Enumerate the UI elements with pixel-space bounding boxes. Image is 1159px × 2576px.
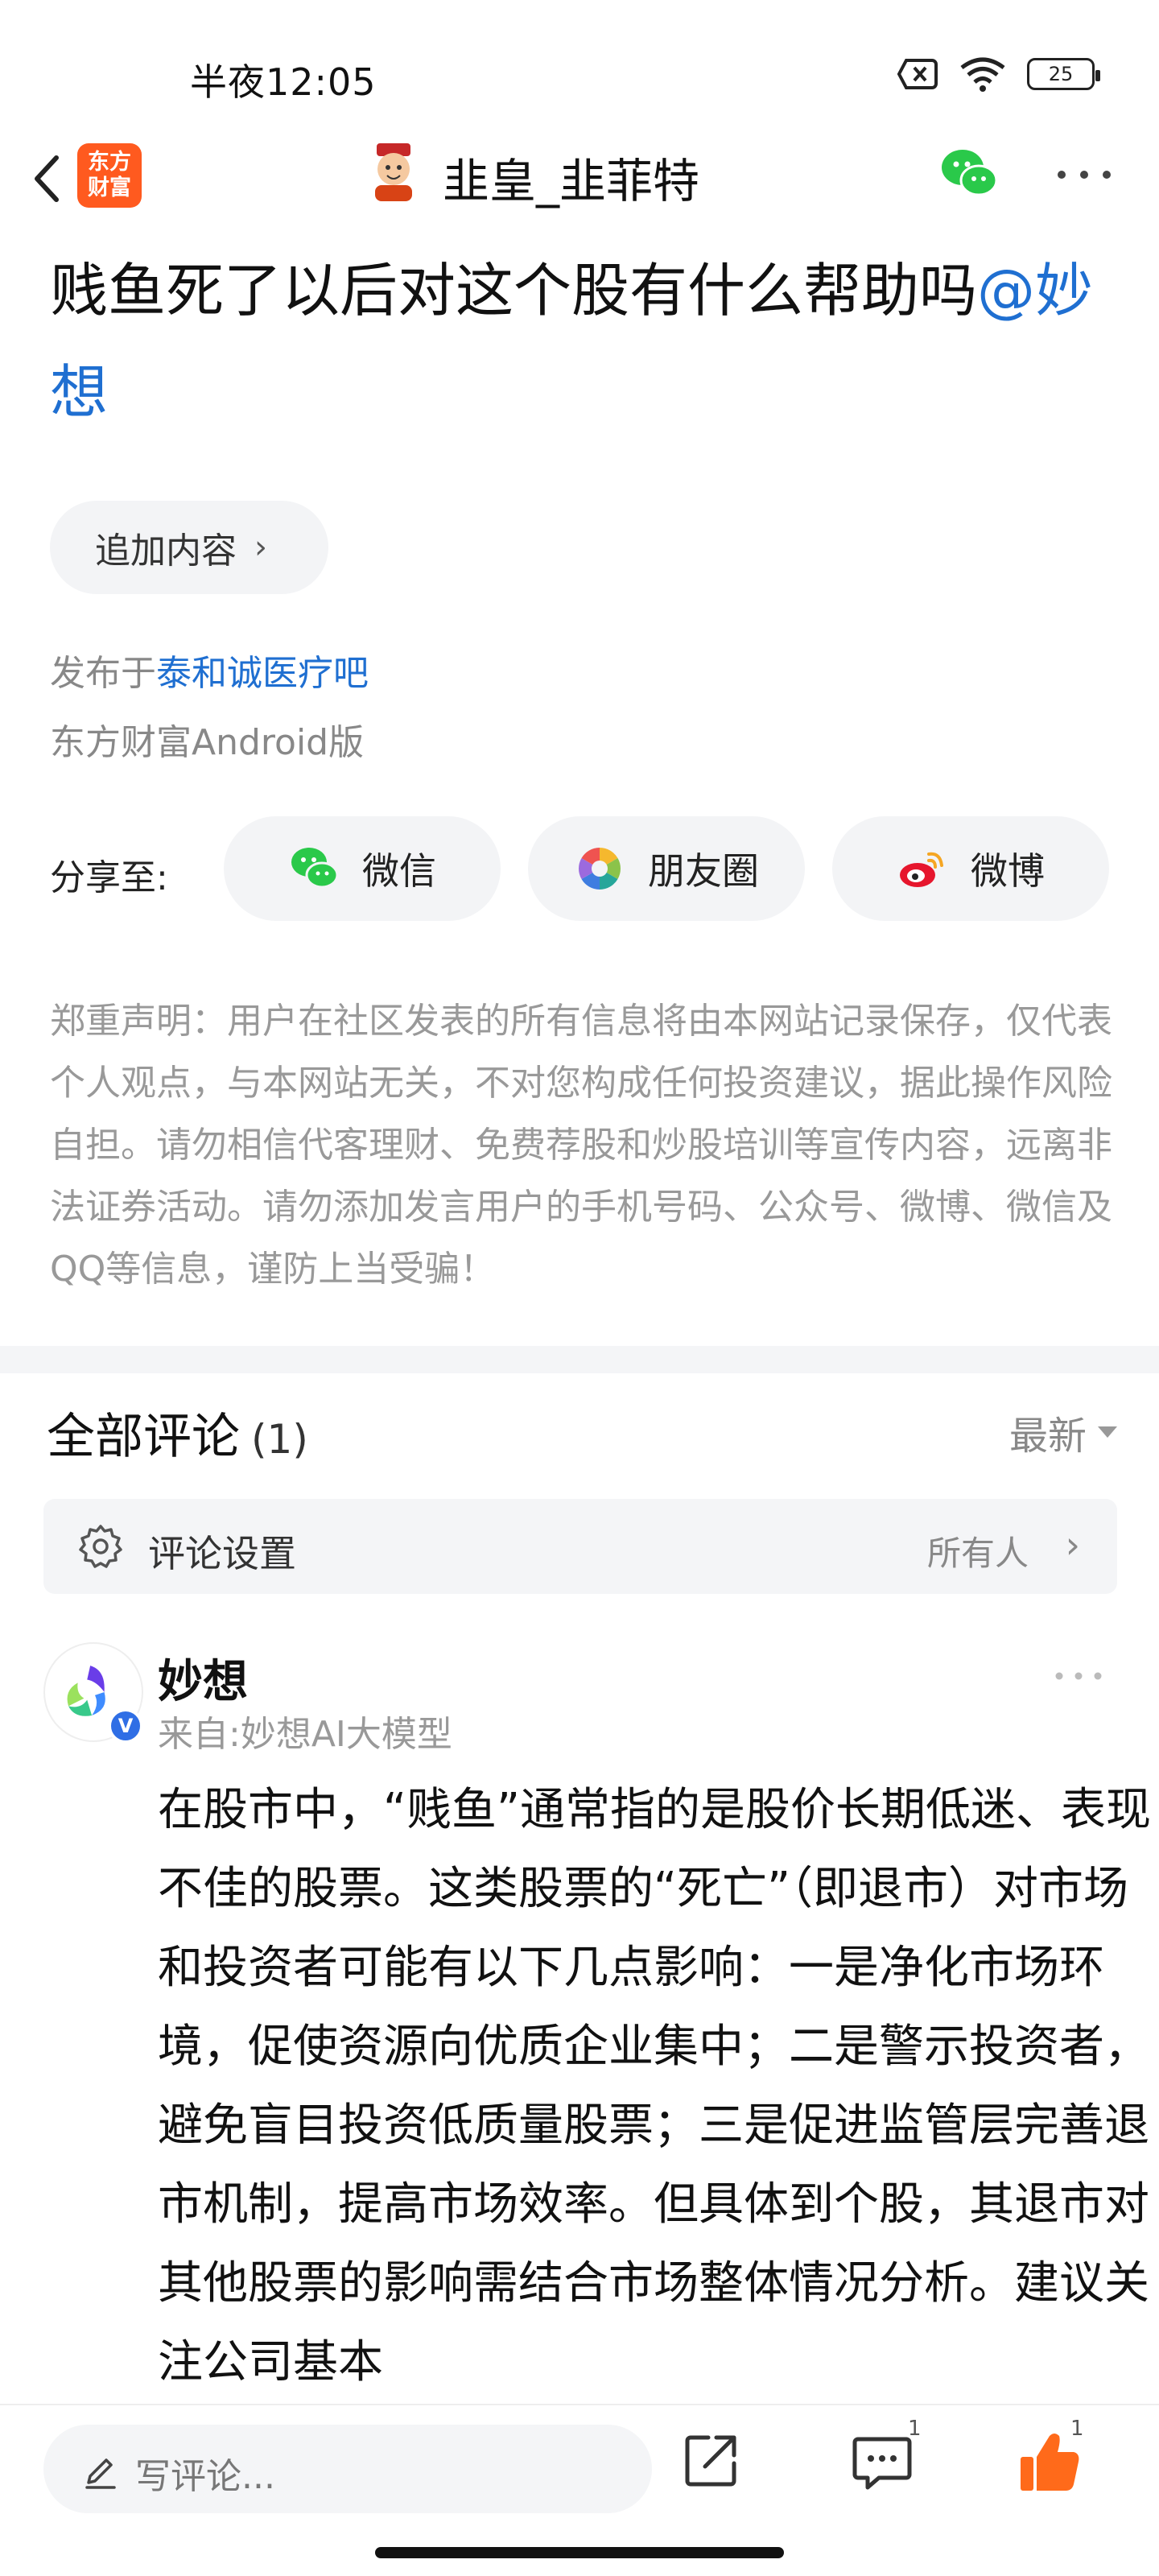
- share-wechat-label: 微信: [362, 849, 436, 893]
- sort-dropdown[interactable]: 最新: [1009, 1404, 1117, 1460]
- verified-badge-icon: V: [108, 1708, 143, 1744]
- share-label: 分享至:: [50, 857, 168, 898]
- commenter-name[interactable]: 妙想: [158, 1645, 248, 1711]
- home-indicator[interactable]: [375, 2547, 784, 2558]
- share-weibo-button[interactable]: 微博: [832, 816, 1109, 921]
- comment-count-badge: 1: [908, 2417, 922, 2441]
- write-comment-input[interactable]: 写评论...: [43, 2425, 652, 2513]
- forum-link[interactable]: 泰和诚医疗吧: [156, 653, 369, 694]
- comment-source: 来自:妙想AI大模型: [158, 1714, 452, 1755]
- comments-header: 全部评论 (1) 最新: [47, 1393, 1117, 1467]
- back-arrow-icon[interactable]: [24, 147, 72, 211]
- comment-more-icon[interactable]: [1054, 1671, 1103, 1681]
- pencil-icon: [85, 2458, 116, 2489]
- write-comment-placeholder: 写评论...: [135, 2456, 275, 2497]
- comments-count: (1): [251, 1416, 308, 1463]
- sort-label: 最新: [1008, 1414, 1087, 1459]
- weibo-icon: [900, 852, 943, 887]
- header-user-name[interactable]: 韭皇_韭菲特: [443, 143, 699, 211]
- status-time: 半夜12:05: [190, 60, 377, 104]
- append-content-button[interactable]: 追加内容 ›: [50, 501, 328, 594]
- bottom-action-bar: 写评论... 1 1: [0, 2404, 1159, 2576]
- comment-settings-row[interactable]: 评论设置 所有人 ›: [43, 1499, 1117, 1594]
- share-icon[interactable]: [681, 2429, 742, 2491]
- comment-icon[interactable]: [852, 2434, 913, 2491]
- share-row: 分享至: 微信 朋友圈 微博: [50, 816, 1112, 923]
- published-in: 发布于泰和诚医疗吧: [50, 644, 369, 696]
- more-options-icon[interactable]: [1056, 169, 1112, 180]
- wechat-share-icon[interactable]: [938, 147, 1000, 201]
- user-avatar[interactable]: [365, 138, 422, 203]
- battery-level: 25: [1048, 63, 1074, 85]
- post-title-text: 贱鱼死了以后对这个股有什么帮助吗: [50, 257, 978, 324]
- wifi-icon: [960, 57, 1005, 92]
- status-icons: 25: [897, 56, 1100, 92]
- app-logo[interactable]: 东方财富: [77, 143, 142, 208]
- battery-icon: 25: [1027, 58, 1100, 90]
- top-header: 东方财富 韭皇_韭菲特: [0, 129, 1159, 233]
- share-wechat-button[interactable]: 微信: [224, 816, 501, 921]
- comments-title: 全部评论 (1): [47, 1397, 308, 1468]
- disclaimer-text: 郑重声明：用户在社区发表的所有信息将由本网站记录保存，仅代表个人观点，与本网站无…: [50, 1001, 1112, 1290]
- caret-down-icon: [1098, 1426, 1117, 1438]
- published-prefix: 发布于: [50, 653, 156, 694]
- client-info: 东方财富Android版: [50, 722, 365, 763]
- gear-icon: [79, 1525, 122, 1568]
- append-content-label: 追加内容: [95, 530, 237, 572]
- share-moments-button[interactable]: 朋友圈: [528, 816, 805, 921]
- post-title: 贱鱼死了以后对这个股有什么帮助吗@妙想: [50, 240, 1120, 443]
- comment-settings-label: 评论设置: [148, 1532, 296, 1575]
- wechat-icon: [291, 848, 339, 889]
- share-moments-label: 朋友圈: [648, 849, 759, 893]
- comment-text: 在股市中，“贱鱼”通常指的是股价长期低迷、表现不佳的股票。这类股票的“死亡”（即…: [158, 1784, 1152, 2388]
- chevron-right-icon: ›: [254, 529, 267, 566]
- comments-title-text: 全部评论: [47, 1409, 240, 1465]
- moments-icon: [579, 848, 621, 890]
- sim-off-icon: [897, 59, 938, 89]
- section-divider: [0, 1346, 1159, 1373]
- like-count-badge: 1: [1070, 2417, 1084, 2441]
- chevron-right-icon: ›: [1065, 1523, 1080, 1567]
- share-weibo-label: 微博: [971, 849, 1045, 893]
- status-bar: 半夜12:05 25: [0, 0, 1159, 129]
- comment-settings-value: 所有人: [926, 1534, 1029, 1573]
